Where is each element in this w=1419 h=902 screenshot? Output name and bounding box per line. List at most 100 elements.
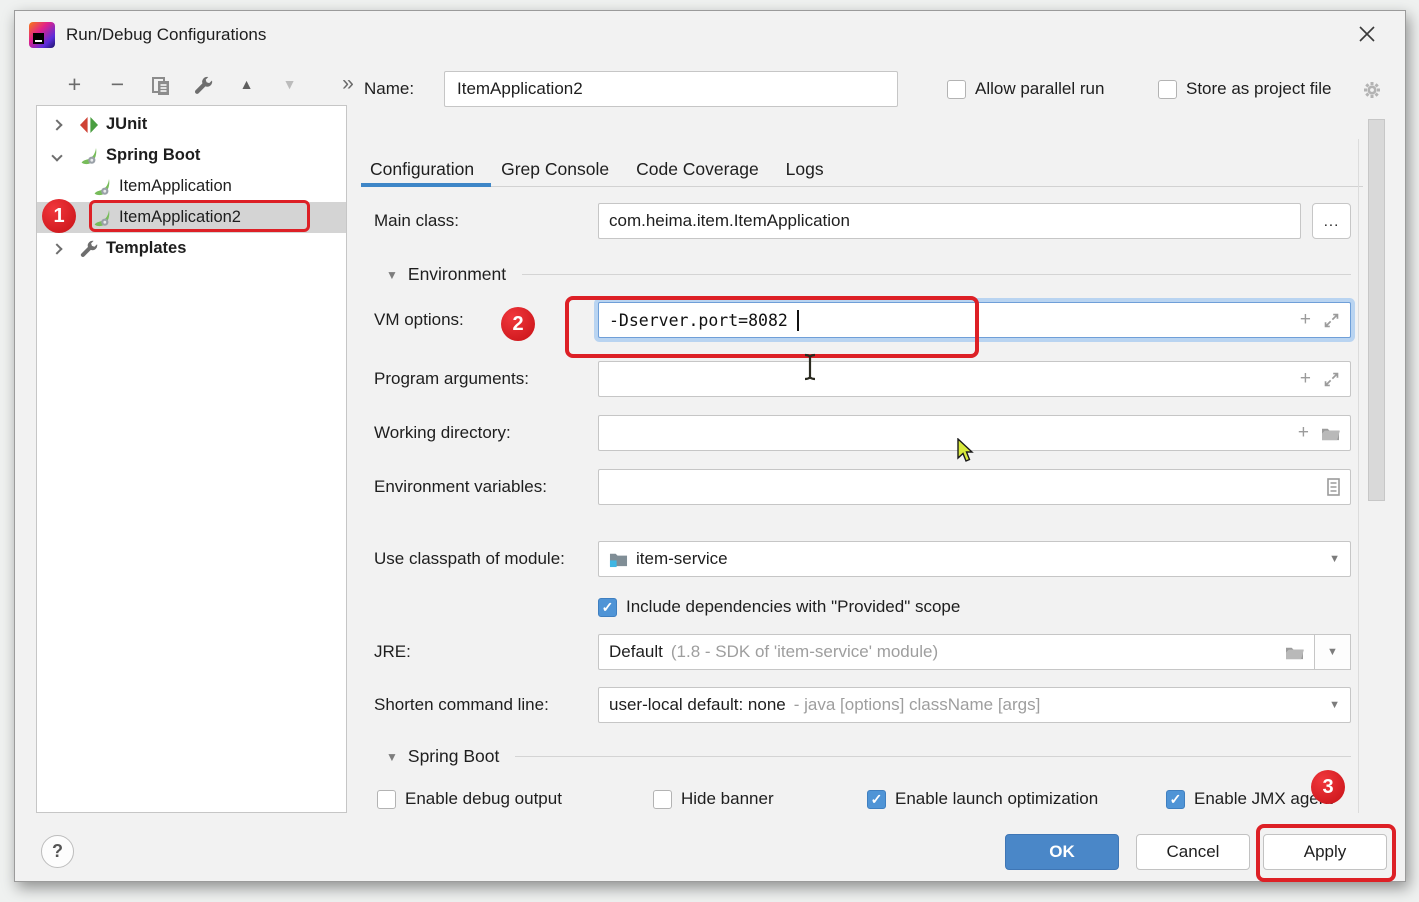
dialog-title: Run/Debug Configurations <box>66 25 266 45</box>
add-configuration-button[interactable]: + <box>53 67 96 101</box>
help-button[interactable]: ? <box>41 835 74 868</box>
copy-configuration-button[interactable] <box>139 67 182 101</box>
tree-item-itemapplication[interactable]: ItemApplication <box>37 171 346 202</box>
add-macro-icon[interactable]: + <box>1300 309 1311 331</box>
add-macro-icon[interactable]: + <box>1300 368 1311 390</box>
shorten-command-line-dropdown[interactable]: user-local default: none - java [options… <box>598 687 1351 723</box>
enable-launch-optimization-checkbox[interactable]: ✓ Enable launch optimization <box>867 781 1098 813</box>
folder-icon[interactable] <box>1285 644 1304 661</box>
chevron-down-icon[interactable]: ▼ <box>1329 553 1340 565</box>
include-provided-checkbox[interactable]: ✓ Include dependencies with "Provided" s… <box>598 597 960 617</box>
text-caret <box>797 310 799 331</box>
tab-grep-console[interactable]: Grep Console <box>501 159 609 180</box>
jre-label: JRE: <box>361 642 598 662</box>
jre-field[interactable]: Default (1.8 - SDK of 'item-service' mod… <box>598 634 1315 670</box>
move-up-button[interactable]: ▲ <box>225 67 268 101</box>
main-class-value: com.heima.item.ItemApplication <box>609 211 850 231</box>
environment-variables-field[interactable] <box>598 469 1351 505</box>
program-arguments-field[interactable]: + <box>598 361 1351 397</box>
include-provided-row: ✓ Include dependencies with "Provided" s… <box>361 595 1351 619</box>
section-divider <box>515 756 1351 757</box>
more-actions-button[interactable]: » <box>335 67 361 101</box>
checkbox-label: Enable launch optimization <box>895 789 1098 809</box>
main-class-field[interactable]: com.heima.item.ItemApplication <box>598 203 1301 239</box>
shorten-command-line-label: Shorten command line: <box>361 695 598 715</box>
environment-section-header[interactable]: ▼ Environment <box>386 264 1351 285</box>
scroll-area-divider <box>1358 139 1359 813</box>
checkbox-label: Include dependencies with "Provided" sco… <box>626 597 960 617</box>
move-down-button[interactable]: ▼ <box>268 67 311 101</box>
configurations-tree: JUnit Spring Boot ItemApplication <box>36 105 347 813</box>
gear-icon <box>1361 79 1383 101</box>
expand-chevron-icon[interactable] <box>49 241 65 257</box>
tab-logs[interactable]: Logs <box>786 159 824 180</box>
shorten-command-line-hint: - java [options] className [args] <box>794 695 1041 715</box>
ok-button[interactable]: OK <box>1005 834 1119 870</box>
tab-configuration[interactable]: Configuration <box>370 159 474 180</box>
tab-code-coverage[interactable]: Code Coverage <box>636 159 759 180</box>
tree-item-junit[interactable]: JUnit <box>37 109 346 140</box>
expand-field-icon[interactable] <box>1323 312 1340 329</box>
enable-debug-output-checkbox[interactable]: ✓ Enable debug output <box>377 781 562 813</box>
jre-value: Default <box>609 642 663 662</box>
tree-item-templates[interactable]: Templates <box>37 233 346 264</box>
edit-templates-button[interactable] <box>182 67 225 101</box>
vm-options-field[interactable]: -Dserver.port=8082 + <box>598 302 1351 338</box>
tree-item-itemapplication2-selected[interactable]: ItemApplication2 <box>37 202 346 233</box>
checkbox-box: ✓ <box>653 790 672 809</box>
shorten-command-line-value: user-local default: none <box>609 695 786 715</box>
copy-icon <box>151 76 171 96</box>
shorten-command-line-row: Shorten command line: user-local default… <box>361 687 1351 723</box>
environment-variables-label: Environment variables: <box>361 477 598 497</box>
tree-item-label: JUnit <box>106 115 147 134</box>
folder-icon[interactable] <box>1321 425 1340 442</box>
apply-button[interactable]: Apply <box>1263 834 1387 870</box>
checkbox-box: ✓ <box>1166 790 1185 809</box>
spring-boot-section-header[interactable]: ▼ Spring Boot <box>386 746 1351 767</box>
name-label: Name: <box>364 79 430 99</box>
jre-dropdown-button[interactable]: ▼ <box>1315 634 1351 670</box>
run-debug-configurations-dialog: Run/Debug Configurations + − ▲ ▼ » <box>14 10 1406 882</box>
remove-configuration-button[interactable]: − <box>96 67 139 101</box>
checkbox-box: ✓ <box>377 790 396 809</box>
section-divider <box>522 274 1351 275</box>
name-input[interactable] <box>444 71 898 107</box>
intellij-logo-icon <box>29 22 55 48</box>
expand-field-icon[interactable] <box>1323 371 1340 388</box>
enable-jmx-agent-checkbox[interactable]: ✓ Enable JMX agent <box>1166 781 1333 813</box>
working-directory-field[interactable]: + <box>598 415 1351 451</box>
annotation-step-1: 1 <box>42 199 76 233</box>
spring-boot-options-row: ✓ Enable debug output ✓ Hide banner ✓ En… <box>361 781 1351 813</box>
cancel-button[interactable]: Cancel <box>1136 834 1250 870</box>
working-directory-label: Working directory: <box>361 423 598 443</box>
checkbox-label: Store as project file <box>1186 79 1332 99</box>
add-macro-icon[interactable]: + <box>1298 422 1309 444</box>
program-arguments-row: Program arguments: + <box>361 361 1351 397</box>
allow-parallel-run-checkbox[interactable]: ✓ Allow parallel run <box>947 71 1104 107</box>
expand-chevron-icon[interactable] <box>49 117 65 133</box>
field-icons <box>1327 478 1340 496</box>
chevron-down-icon[interactable]: ▼ <box>1329 699 1340 711</box>
browse-main-class-button[interactable]: ... <box>1312 203 1351 239</box>
collapse-chevron-icon[interactable] <box>49 148 65 164</box>
collapse-triangle-icon: ▼ <box>386 268 398 282</box>
field-icons: + <box>1300 368 1340 390</box>
wrench-icon <box>79 239 99 259</box>
collapse-triangle-icon: ▼ <box>386 750 398 764</box>
use-classpath-dropdown[interactable]: item-service ▼ <box>598 541 1351 577</box>
vertical-scrollbar-thumb[interactable] <box>1368 119 1385 501</box>
main-class-label: Main class: <box>361 211 598 231</box>
spring-boot-icon <box>92 208 112 228</box>
tree-item-spring-boot[interactable]: Spring Boot <box>37 140 346 171</box>
tab-divider <box>361 186 1363 187</box>
checkbox-label: Hide banner <box>681 789 774 809</box>
list-browse-icon[interactable] <box>1327 478 1340 496</box>
store-as-project-file-checkbox[interactable]: ✓ Store as project file <box>1158 71 1332 107</box>
checkbox-label: Enable debug output <box>405 789 562 809</box>
store-settings-gear-button[interactable] <box>1361 79 1383 106</box>
close-button[interactable] <box>1351 18 1383 50</box>
hide-banner-checkbox[interactable]: ✓ Hide banner <box>653 781 774 813</box>
tree-item-label: ItemApplication <box>119 177 232 196</box>
tree-item-label: Spring Boot <box>106 146 200 165</box>
jre-row: JRE: Default (1.8 - SDK of 'item-service… <box>361 634 1351 670</box>
